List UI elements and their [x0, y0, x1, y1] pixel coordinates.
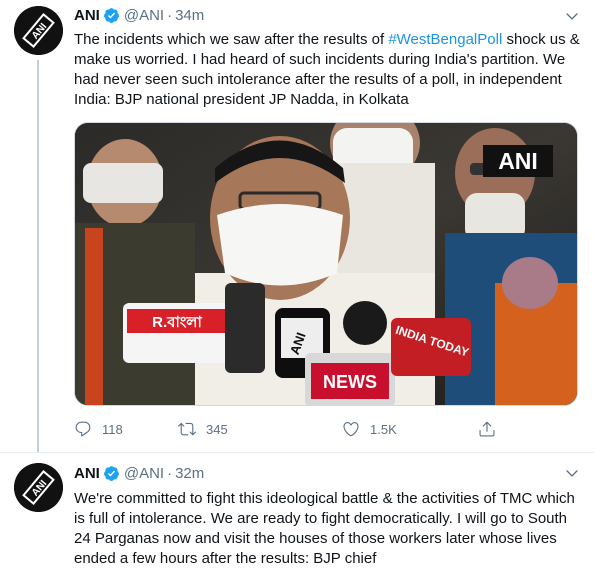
avatar[interactable]: ANI [14, 463, 63, 512]
like-button[interactable]: 1.5K [342, 418, 397, 440]
separator-dot: · [167, 6, 173, 24]
separator-dot: · [167, 464, 173, 482]
tweet-header: ANI @ANI · 34m [74, 5, 204, 25]
verified-badge-icon [103, 7, 120, 24]
share-icon [479, 421, 495, 437]
tweet-text: The incidents which we saw after the res… [74, 30, 584, 110]
tweet-2[interactable]: ANI ANI @ANI · 32m We're committed to fi… [0, 452, 594, 574]
author-name[interactable]: ANI [74, 7, 100, 24]
tweet-photo[interactable]: R.বাংলা ANI NEWS INDIA TODAY ANI [74, 122, 578, 406]
chevron-down-icon[interactable] [564, 465, 580, 481]
hashtag-link[interactable]: #WestBengalPoll [388, 31, 502, 48]
author-name[interactable]: ANI [74, 465, 100, 482]
tweet-actions: 118 345 1.5K [74, 418, 504, 440]
retweet-count: 345 [206, 421, 228, 437]
tweet-text: We're committed to fight this ideologica… [74, 490, 575, 567]
tweet-header: ANI @ANI · 32m [74, 463, 204, 483]
mic-label-r-bangla: R.বাংলা [152, 314, 202, 331]
timestamp[interactable]: 32m [175, 465, 204, 482]
retweet-icon [178, 422, 196, 436]
tweet-text-part: The incidents which we saw after the res… [74, 31, 389, 48]
tweet-1[interactable]: ANI ANI @ANI · 34m The incidents which w… [0, 0, 594, 452]
author-handle[interactable]: @ANI [124, 465, 164, 482]
ani-watermark: ANI [498, 148, 538, 174]
reply-icon [75, 421, 91, 437]
chevron-down-icon[interactable] [564, 8, 580, 24]
author-handle[interactable]: @ANI [124, 7, 164, 24]
verified-badge-icon [103, 465, 120, 482]
reply-button[interactable]: 118 [74, 418, 123, 440]
thread-connector-line [37, 60, 39, 452]
mic-label-news: NEWS [323, 372, 377, 392]
retweet-button[interactable]: 345 [178, 418, 228, 440]
avatar[interactable]: ANI [14, 6, 63, 55]
like-count: 1.5K [370, 421, 397, 437]
heart-icon [343, 422, 359, 437]
reply-count: 118 [102, 421, 123, 437]
timestamp[interactable]: 34m [175, 7, 204, 24]
share-button[interactable] [478, 418, 506, 440]
